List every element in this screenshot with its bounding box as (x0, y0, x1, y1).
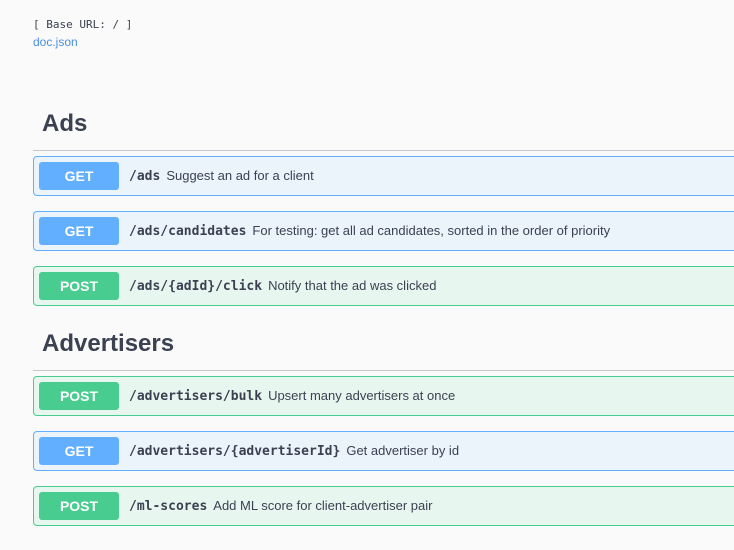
tag-header-advertisers[interactable]: Advertisers (33, 324, 734, 371)
operation-path: /advertisers/bulk (129, 389, 263, 404)
tag-title: Advertisers (42, 330, 175, 357)
operation-get-ads-candidates[interactable]: GET /ads/candidates For testing: get all … (33, 211, 734, 251)
operation-post-advertisers-bulk[interactable]: POST /advertisers/bulk Upsert many advert… (33, 376, 734, 416)
operation-summary: Upsert many advertisers at once (268, 388, 456, 403)
operation-post-ad-click[interactable]: POST /ads/{adId}/click Notify that the ad… (33, 266, 734, 306)
tag-header-ads[interactable]: Ads (33, 104, 734, 151)
operation-summary: Notify that the ad was clicked (268, 278, 437, 293)
method-badge: GET (39, 437, 119, 465)
method-badge: POST (39, 272, 119, 300)
tag-title: Ads (42, 110, 88, 137)
operation-path: /ml-scores (129, 499, 208, 514)
base-url: [ Base URL: / ] (33, 18, 133, 31)
method-badge: POST (39, 382, 119, 410)
operation-get-advertiser-by-id[interactable]: GET /advertisers/{advertiserId} Get adver… (33, 431, 734, 471)
operation-path: /ads (129, 169, 161, 184)
method-badge: GET (39, 162, 119, 190)
method-badge: GET (39, 217, 119, 245)
operation-summary: Suggest an ad for a client (166, 168, 314, 183)
operation-summary: For testing: get all ad candidates, sort… (252, 223, 611, 238)
operation-path: /advertisers/{advertiserId} (129, 444, 341, 459)
doc-json-link[interactable]: doc.json (33, 35, 78, 49)
operation-summary: Get advertiser by id (346, 443, 460, 458)
operation-get-ads[interactable]: GET /ads Suggest an ad for a client (33, 156, 734, 196)
method-badge: POST (39, 492, 119, 520)
operation-post-ml-scores[interactable]: POST /ml-scores Add ML score for client-a… (33, 486, 734, 526)
operation-path: /ads/candidates (129, 224, 247, 239)
operation-path: /ads/{adId}/click (129, 279, 263, 294)
operation-summary: Add ML score for client-advertiser pair (213, 498, 433, 513)
